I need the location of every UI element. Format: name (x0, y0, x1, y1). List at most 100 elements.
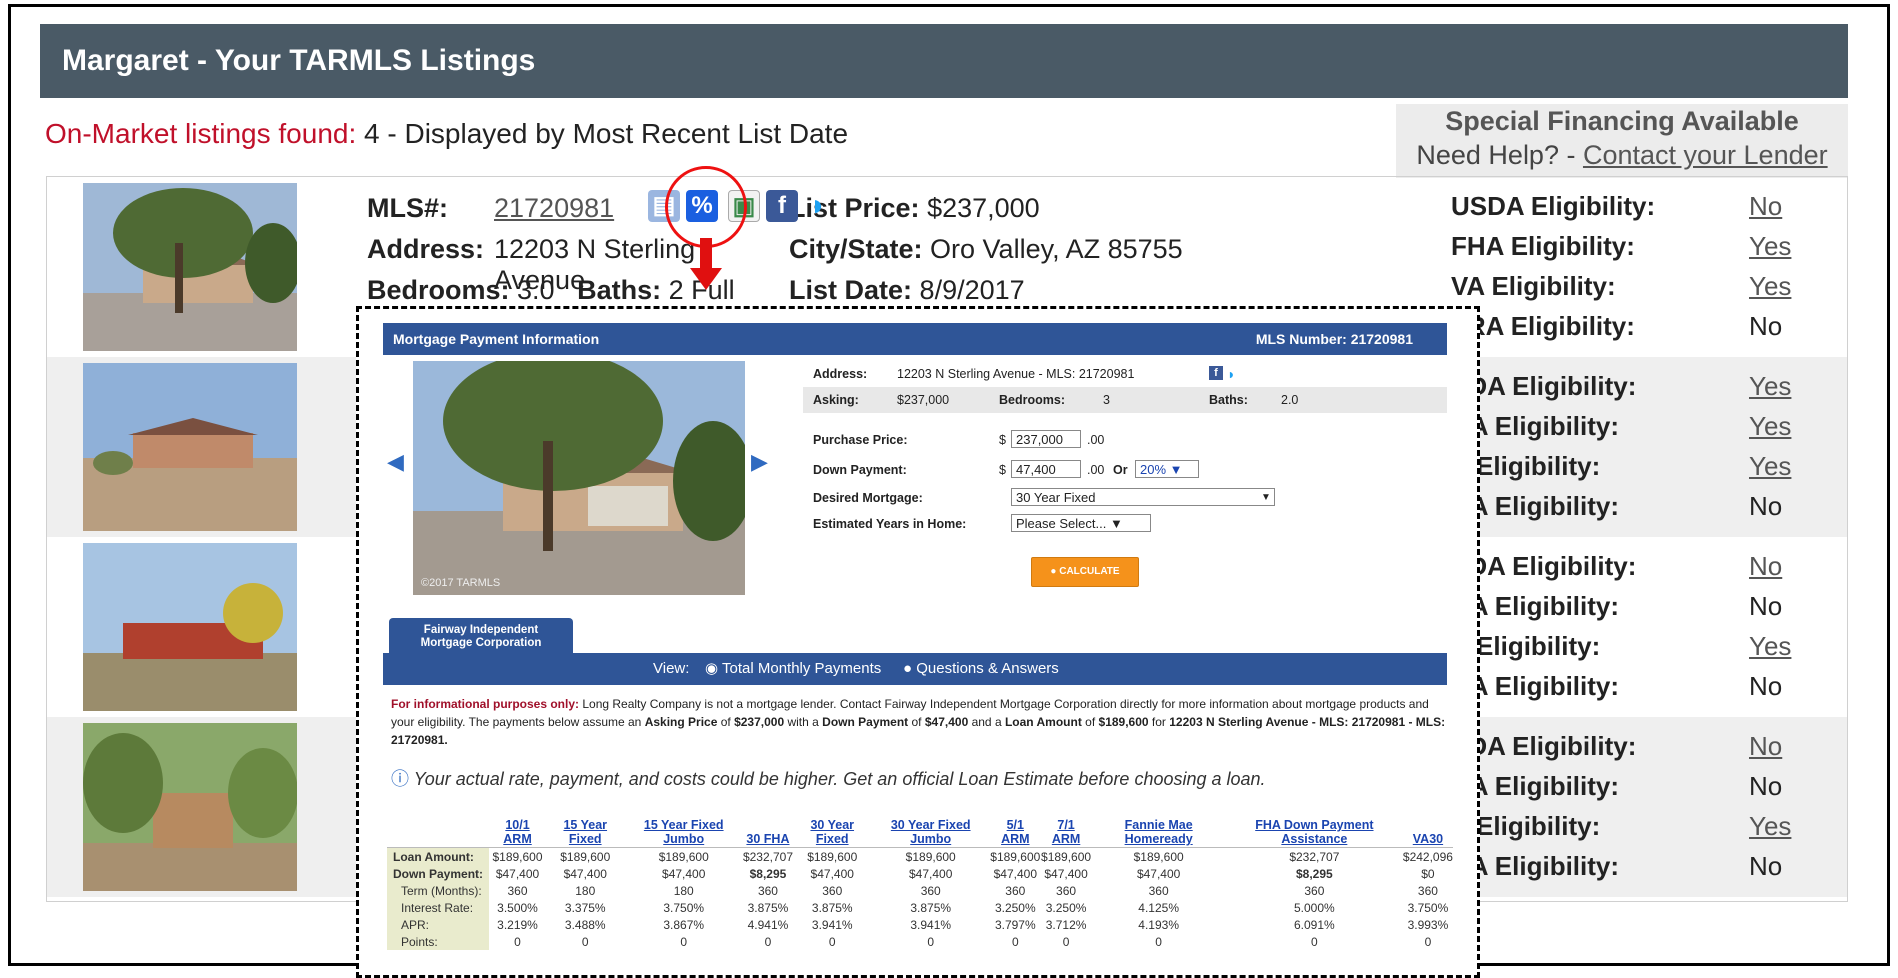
note-b6: $189,600 (1098, 715, 1149, 729)
purchase-price-label: Purchase Price: (813, 433, 908, 447)
rate-cell: 3.750% (663, 900, 705, 915)
asking-label: Asking: (813, 393, 859, 407)
va-value[interactable]: Yes (1749, 451, 1791, 482)
lender-tab-line2: Mortgage Corporation (420, 637, 542, 649)
contact-lender-link[interactable]: Contact your Lender (1583, 140, 1828, 170)
usda-value[interactable]: Yes (1749, 371, 1791, 402)
note-b5: Loan Amount (1004, 715, 1082, 729)
va-label: VA Eligibility: (1451, 271, 1616, 301)
rate-cell: $8,295 (749, 866, 787, 881)
rate-cell: 3.712% (1045, 917, 1087, 932)
special-financing-title: Special Financing Available (1445, 106, 1799, 136)
facebook-icon[interactable]: f (1209, 366, 1223, 380)
rate-cell: $47,400 (810, 866, 854, 881)
va-value[interactable]: Yes (1749, 271, 1791, 302)
rate-cell: $47,400 (495, 866, 540, 881)
found-label: On-Market listings found: (45, 118, 357, 149)
mls-number-link[interactable]: 21720981 (494, 193, 614, 224)
note-b1: Asking Price (644, 715, 718, 729)
rate-cell: 0 (828, 934, 836, 949)
need-help-text: Need Help? - (1416, 140, 1583, 170)
lender-tab[interactable]: Fairway Independent Mortgage Corporation (389, 618, 573, 656)
rate-cell: $189,600 (546, 847, 625, 865)
desired-mortgage-select[interactable]: 30 Year Fixed (1011, 488, 1275, 506)
va-value[interactable]: Yes (1749, 631, 1791, 662)
rate-cell: 360 (822, 883, 843, 898)
facebook-icon[interactable]: f (766, 190, 798, 222)
fha-value[interactable]: Yes (1749, 231, 1791, 262)
rate-cell: 3.219% (497, 917, 538, 932)
popup-title: Mortgage Payment Information (393, 331, 600, 347)
rate-cell: 360 (1005, 883, 1026, 898)
listing-photo[interactable] (83, 543, 297, 711)
rate-cell: 0 (764, 934, 772, 949)
highlight-arrow (700, 238, 712, 270)
purchase-price-input[interactable]: 237,000 (1011, 430, 1081, 448)
rate-cell: 3.750% (1407, 900, 1449, 915)
purchase-cents: .00 (1087, 433, 1105, 447)
photo-prev-arrow[interactable]: ◀ (387, 449, 404, 475)
column-header[interactable]: 10/1 ARM (489, 787, 546, 848)
rate-cell: 180 (575, 883, 596, 898)
usda-value[interactable]: No (1749, 731, 1782, 762)
column-header[interactable]: 30 Year Fixed (793, 787, 871, 848)
down-payment-input[interactable]: 47,400 (1011, 460, 1081, 478)
column-header[interactable]: Fannie Mae Homeready (1091, 787, 1225, 848)
column-header[interactable]: VA30 (1403, 787, 1453, 848)
rate-cell: $47,400 (1136, 866, 1181, 881)
fra-value: No (1749, 311, 1783, 341)
rate-cell: 0 (1062, 934, 1070, 949)
rate-cell: 0 (1011, 934, 1019, 949)
rate-cell: $47,400 (1044, 866, 1088, 881)
note-b3: Down Payment (822, 715, 909, 729)
bedrooms-label: Bedrooms: (367, 275, 510, 305)
rate-cell: 6.091% (1294, 917, 1335, 932)
popup-address-label: Address: (813, 367, 868, 381)
listing-photo[interactable] (83, 183, 297, 351)
column-header[interactable]: 5/1 ARM (990, 787, 1041, 848)
popup-header: Mortgage Payment Information MLS Number:… (383, 323, 1447, 355)
twitter-icon[interactable]: ◗ (1227, 361, 1235, 387)
popup-address-value: 12203 N Sterling Avenue - MLS: 21720981 (897, 367, 1135, 381)
usda-value[interactable]: No (1749, 191, 1782, 222)
down-percent-select[interactable]: 20% ▼ (1135, 460, 1199, 478)
rate-cell: 3.488% (564, 917, 606, 932)
rate-cell: 3.875% (811, 900, 853, 915)
fra-value: No (1749, 851, 1783, 881)
twitter-icon[interactable]: ◗ (802, 190, 834, 222)
radio-total-label: Total Monthly Payments (722, 660, 882, 677)
va-value[interactable]: Yes (1749, 811, 1791, 842)
rate-cell: 3.941% (811, 917, 853, 932)
row-label: Term (Months): (387, 882, 489, 899)
column-header[interactable]: 30 FHA (743, 787, 793, 848)
eligibility-block: SDA Eligibility: No HA Eligibility: No A E… (1451, 551, 1851, 711)
listing-photo[interactable] (83, 363, 297, 531)
list-price-value: $237,000 (927, 193, 1040, 223)
note-t4: of (908, 715, 925, 729)
popup-photo: ©2017 TARMLS (413, 361, 745, 595)
fha-value[interactable]: Yes (1749, 411, 1791, 442)
rate-cell: 0 (1424, 934, 1432, 949)
years-in-home-label: Estimated Years in Home: (813, 517, 967, 531)
rate-cell: 3.875% (910, 900, 952, 915)
column-header[interactable]: 15 Year Fixed Jumbo (625, 787, 743, 848)
column-header[interactable]: 15 Year Fixed (546, 787, 624, 848)
radio-total-payments[interactable]: ◉ Total Monthly Payments (705, 653, 881, 685)
popup-baths-label: Baths: (1209, 393, 1248, 407)
rate-cell: 3.500% (497, 900, 538, 915)
listing-photo[interactable] (83, 723, 297, 891)
column-header[interactable]: 7/1 ARM (1041, 787, 1092, 848)
rate-cell: 3.250% (994, 900, 1036, 915)
mls-label: MLS#: (367, 193, 448, 223)
photo-next-arrow[interactable]: ▶ (751, 449, 768, 475)
calculate-button[interactable]: ● CALCULATE (1031, 557, 1139, 587)
column-header[interactable]: FHA Down Payment Assistance (1226, 787, 1403, 848)
highlight-circle (665, 166, 747, 248)
dollar-sign: $ (999, 463, 1006, 477)
radio-questions-answers[interactable]: ● Questions & Answers (903, 653, 1059, 685)
years-in-home-select[interactable]: Please Select... ▼ (1011, 514, 1151, 532)
usda-value[interactable]: No (1749, 551, 1782, 582)
rates-table: 10/1 ARM 15 Year Fixed 15 Year Fixed Jum… (387, 787, 1453, 950)
rate-cell: 360 (507, 883, 528, 898)
column-header[interactable]: 30 Year Fixed Jumbo (871, 787, 989, 848)
